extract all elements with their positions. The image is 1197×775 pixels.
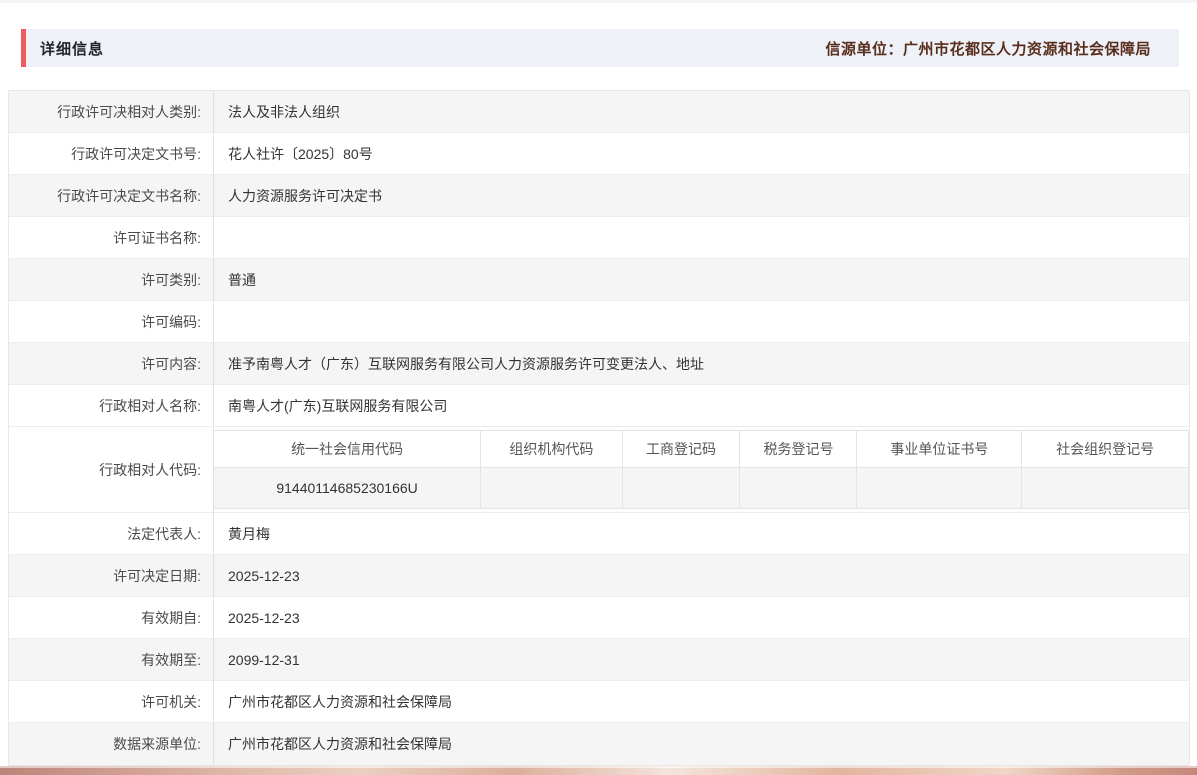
- table-row: 许可决定日期: 2025-12-23: [9, 555, 1189, 597]
- table-row: 有效期自: 2025-12-23: [9, 597, 1189, 639]
- codes-col-header: 组织机构代码: [480, 430, 623, 468]
- table-row: 行政许可决定文书名称: 人力资源服务许可决定书: [9, 175, 1189, 217]
- table-row: 行政许可决定文书号: 花人社许〔2025〕80号: [9, 133, 1189, 175]
- header-accent-bar: [21, 29, 26, 67]
- row-label: 有效期至:: [9, 639, 214, 680]
- row-label: 许可内容:: [9, 343, 214, 384]
- row-value: 人力资源服务许可决定书: [228, 187, 382, 204]
- source-unit-text: 信源单位：广州市花都区人力资源和社会保障局: [825, 40, 1151, 58]
- table-row: 行政许可决相对人类别: 法人及非法人组织: [9, 91, 1189, 133]
- codes-cell: [1021, 467, 1189, 509]
- codes-value-row: 91440114685230166U: [214, 467, 1189, 509]
- row-value: 2099-12-31: [228, 651, 300, 668]
- codes-cell: [739, 467, 858, 509]
- detail-table: 行政许可决相对人类别: 法人及非法人组织 行政许可决定文书号: 花人社许〔202…: [8, 90, 1190, 766]
- table-row: 许可内容: 准予南粤人才（广东）互联网服务有限公司人力资源服务许可变更法人、地址: [9, 343, 1189, 385]
- table-row: 行政相对人名称: 南粤人才(广东)互联网服务有限公司: [9, 385, 1189, 427]
- row-value: 花人社许〔2025〕80号: [228, 145, 373, 162]
- row-label: 有效期自:: [9, 597, 214, 638]
- codes-col-header: 事业单位证书号: [856, 430, 1023, 468]
- codes-cell: 91440114685230166U: [214, 467, 482, 509]
- row-label: 法定代表人:: [9, 513, 214, 554]
- detail-header: 详细信息 信源单位：广州市花都区人力资源和社会保障局: [21, 29, 1179, 67]
- row-value: 2025-12-23: [228, 567, 300, 584]
- codes-col-header: 社会组织登记号: [1021, 430, 1189, 468]
- row-value: [214, 217, 1189, 258]
- row-value: 普通: [228, 271, 256, 288]
- codes-cell: [621, 467, 741, 509]
- table-row: 许可类别: 普通: [9, 259, 1189, 301]
- codes-col-header: 统一社会信用代码: [214, 430, 482, 468]
- row-value-codes: 统一社会信用代码 组织机构代码 工商登记码 税务登记号 事业单位证书号 社会组织…: [214, 427, 1189, 512]
- row-value: 准予南粤人才（广东）互联网服务有限公司人力资源服务许可变更法人、地址: [228, 355, 704, 372]
- row-label: 许可证书名称:: [9, 217, 214, 258]
- row-label: 行政许可决定文书名称:: [9, 175, 214, 216]
- codes-col-header: 工商登记码: [621, 430, 741, 468]
- row-value: [214, 301, 1189, 342]
- table-row-codes: 行政相对人代码: 统一社会信用代码 组织机构代码 工商登记码 税务登记号 事业单…: [9, 427, 1189, 513]
- codes-cell: [856, 467, 1023, 509]
- table-row: 许可证书名称:: [9, 217, 1189, 259]
- row-value: 广州市花都区人力资源和社会保障局: [228, 693, 452, 710]
- row-label: 行政许可决相对人类别:: [9, 91, 214, 132]
- row-value: 黄月梅: [228, 525, 270, 542]
- row-value: 法人及非法人组织: [228, 103, 340, 120]
- table-row: 许可编码:: [9, 301, 1189, 343]
- row-label: 行政相对人名称:: [9, 385, 214, 426]
- row-value: 2025-12-23: [228, 609, 300, 626]
- table-row: 法定代表人: 黄月梅: [9, 513, 1189, 555]
- table-row: 数据来源单位: 广州市花都区人力资源和社会保障局: [9, 723, 1189, 765]
- row-label: 许可决定日期:: [9, 555, 214, 596]
- row-label: 许可编码:: [9, 301, 214, 342]
- codes-table: 统一社会信用代码 组织机构代码 工商登记码 税务登记号 事业单位证书号 社会组织…: [214, 430, 1189, 509]
- footer-gradient-strip: [0, 766, 1197, 775]
- codes-col-header: 税务登记号: [739, 430, 858, 468]
- row-value: 广州市花都区人力资源和社会保障局: [228, 736, 452, 752]
- row-label: 数据来源单位:: [9, 723, 214, 765]
- top-divider: [0, 0, 1197, 3]
- row-label: 许可类别:: [9, 259, 214, 300]
- row-value: 南粤人才(广东)互联网服务有限公司: [228, 397, 448, 414]
- row-label: 许可机关:: [9, 681, 214, 722]
- table-row: 许可机关: 广州市花都区人力资源和社会保障局: [9, 681, 1189, 723]
- table-row: 有效期至: 2099-12-31: [9, 639, 1189, 681]
- row-label: 行政相对人代码:: [9, 427, 214, 512]
- codes-cell: [480, 467, 623, 509]
- page-title: 详细信息: [40, 40, 105, 58]
- codes-header-row: 统一社会信用代码 组织机构代码 工商登记码 税务登记号 事业单位证书号 社会组织…: [214, 430, 1189, 468]
- row-label: 行政许可决定文书号:: [9, 133, 214, 174]
